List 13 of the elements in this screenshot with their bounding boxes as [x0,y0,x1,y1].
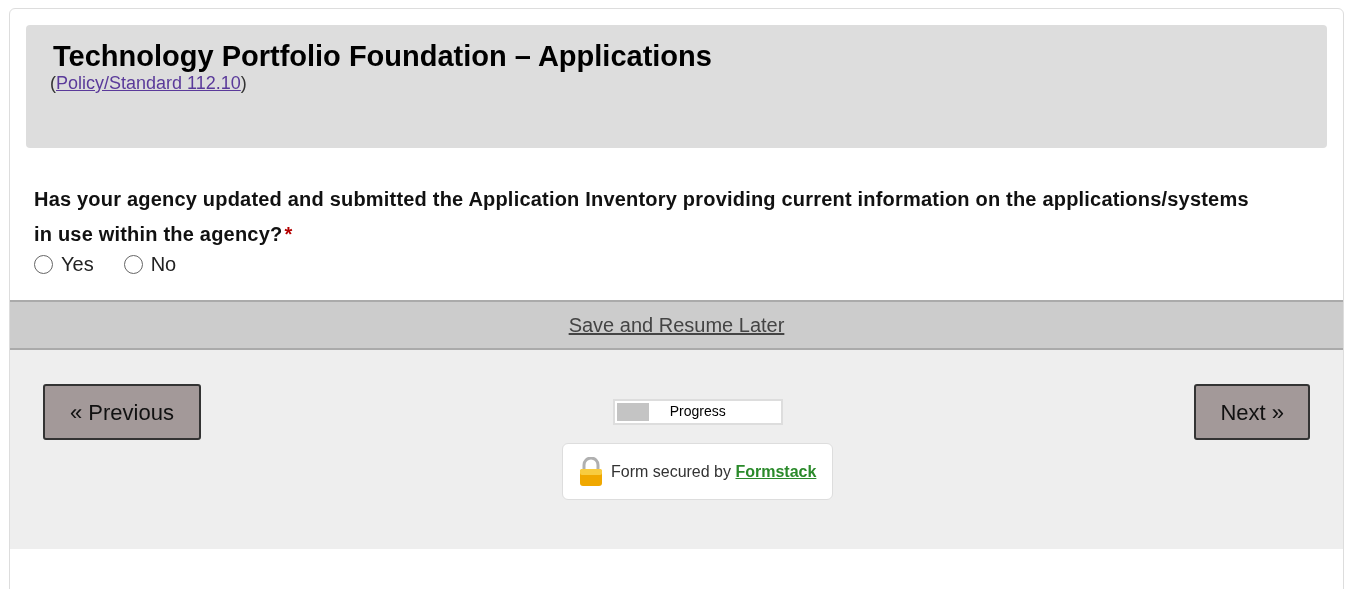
save-resume-link[interactable]: Save and Resume Later [568,310,785,340]
security-text: Form secured by Formstack [610,461,817,482]
section-title: Technology Portfolio Foundation – Applications [53,39,713,73]
progress-label: Progress [668,402,727,421]
next-button[interactable]: Next » [1194,384,1310,440]
formstack-link[interactable]: Formstack [735,462,817,480]
question-text: Has your agency updated and submitted the Application Inventory providing current information on the applications/systems in use within the agency?* [34,187,1250,247]
policy-link[interactable]: Policy/Standard 112.10 [56,73,241,93]
reference-text: (Policy/Standard 112.10) [50,73,248,93]
radio-option[interactable]: Yes [34,252,94,276]
padlock-icon [578,456,603,487]
previous-button[interactable]: « Previous [43,384,201,440]
radio-option[interactable]: No [123,252,177,276]
